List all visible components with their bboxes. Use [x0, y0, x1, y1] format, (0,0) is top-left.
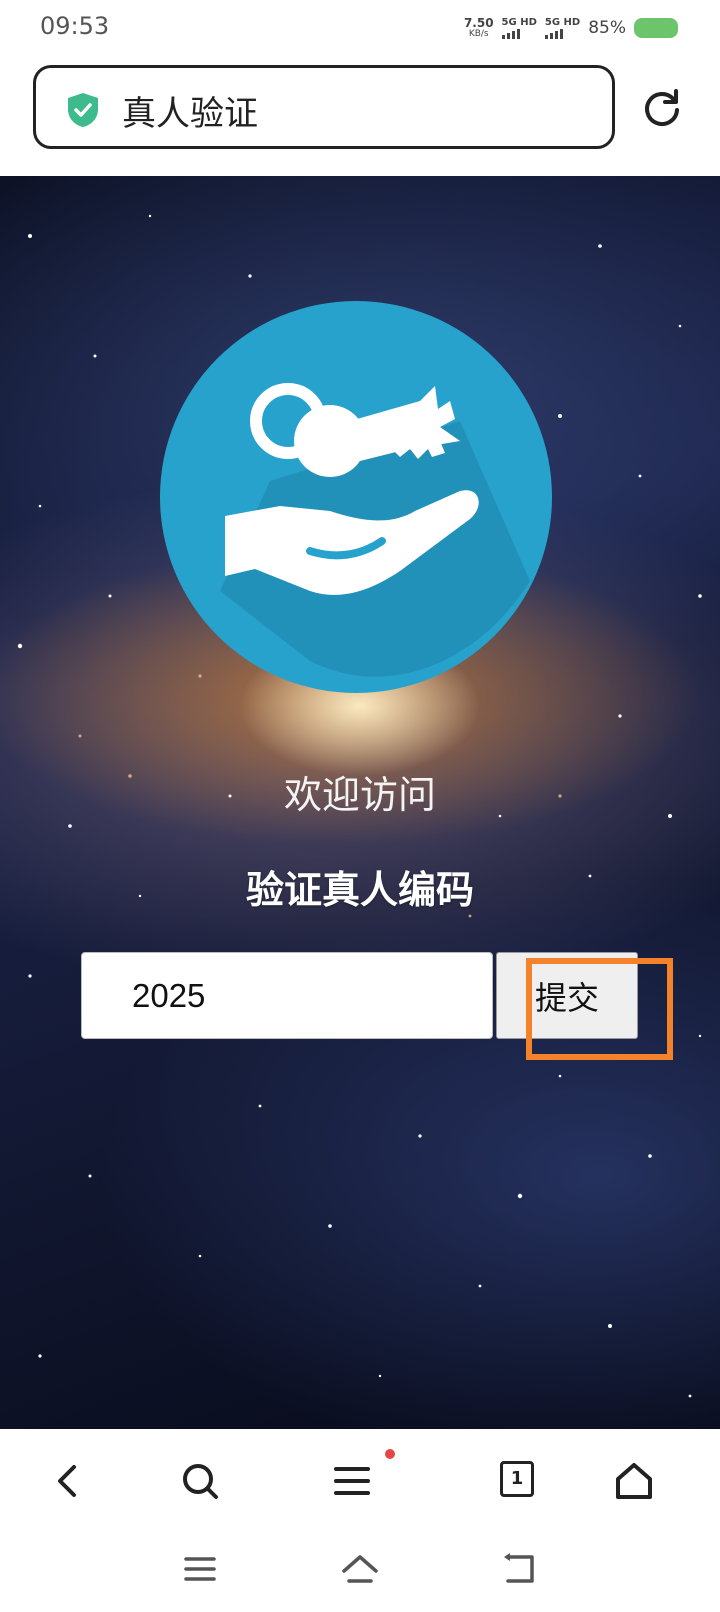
reload-icon[interactable]: [642, 88, 682, 128]
system-nav-bar: [0, 1529, 720, 1612]
signal-bars-icon: [544, 28, 563, 39]
browser-toolbar: 1: [0, 1429, 720, 1529]
verification-code-label: 验证真人编码: [245, 868, 474, 912]
submit-highlight-box: [526, 958, 673, 1060]
url-field[interactable]: 真人验证: [33, 65, 615, 149]
network-speed-unit: KB/s: [468, 29, 489, 39]
welcome-text: 欢迎访问: [283, 773, 436, 817]
signal-sim2: 5G HD: [544, 17, 581, 39]
back-icon[interactable]: [46, 1459, 90, 1503]
network-speed: 7.50 KB/s: [464, 17, 494, 39]
home-icon[interactable]: [612, 1459, 656, 1503]
signal-bars-icon: [501, 28, 520, 39]
signal-sim2-label: 5G HD: [544, 17, 581, 28]
status-bar: 09:53 7.50 KB/s 5G HD 5G HD 85%: [0, 0, 720, 56]
recent-apps-icon[interactable]: [180, 1551, 220, 1587]
battery-percent: 85%: [588, 18, 626, 38]
page-content: 欢迎访问 验证真人编码 提交: [0, 176, 720, 1429]
menu-icon[interactable]: [330, 1459, 374, 1503]
address-bar: 真人验证: [0, 56, 720, 176]
search-icon[interactable]: [178, 1459, 222, 1503]
shield-check-icon: [68, 93, 98, 127]
verification-code-input[interactable]: [81, 952, 493, 1039]
status-time: 09:53: [40, 12, 110, 40]
notification-dot: [385, 1449, 395, 1459]
home-icon[interactable]: [340, 1551, 380, 1587]
network-speed-value: 7.50: [463, 16, 494, 30]
back-icon[interactable]: [500, 1551, 540, 1587]
screen: 09:53 7.50 KB/s 5G HD 5G HD 85% 真人验证 欢迎访…: [0, 0, 720, 1612]
tabs-icon[interactable]: 1: [500, 1461, 534, 1497]
page-title: 真人验证: [122, 94, 258, 134]
key-in-hand-icon: [160, 301, 552, 693]
battery-icon: [634, 18, 678, 38]
signal-sim1: 5G HD: [501, 17, 537, 39]
signal-sim1-label: 5G HD: [501, 17, 537, 28]
status-indicators: 7.50 KB/s 5G HD 5G HD 85%: [464, 14, 678, 42]
